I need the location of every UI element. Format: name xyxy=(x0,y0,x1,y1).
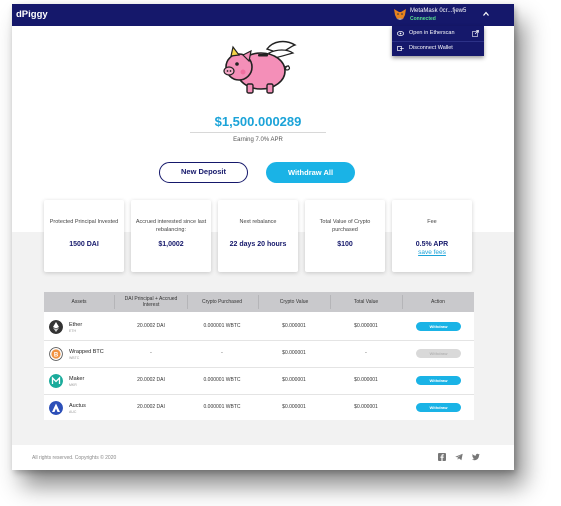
external-link-icon xyxy=(472,30,479,37)
principal-cell: 20.0002 DAI xyxy=(137,377,165,383)
wallet-status: Connected xyxy=(410,16,436,22)
menu-item-disconnect-wallet[interactable]: Disconnect Wallet xyxy=(392,42,484,55)
wallet-dropdown-menu: Open in Etherscan Disconnect Wallet xyxy=(392,26,484,56)
bitcoin-icon: B xyxy=(49,347,63,361)
asset-symbol: ETH xyxy=(69,329,76,333)
purchased-cell: 0.000001 WBTC xyxy=(203,323,241,329)
table-row-ether: Ether ETH 20.0002 DAI 0.000001 WBTC $0.0… xyxy=(44,314,474,341)
card-value: 0.5% APR xyxy=(415,241,449,248)
svg-text:B: B xyxy=(54,352,59,358)
withdraw-all-button[interactable]: Withdraw All xyxy=(266,162,355,183)
telegram-icon[interactable] xyxy=(455,453,463,461)
copyright-text: All rights reserved. Copyrights © 2020 xyxy=(32,455,117,461)
screenshot-stage: dPiggy MetaMask 0cr...fjew5 Connected Op… xyxy=(0,0,561,506)
card-title: Fee xyxy=(427,219,437,225)
asset-name: Ether xyxy=(69,322,83,328)
disconnect-icon xyxy=(397,46,404,51)
new-deposit-button[interactable]: New Deposit xyxy=(159,162,248,183)
purchased-cell: - xyxy=(221,350,223,356)
withdraw-button[interactable]: Withdraw xyxy=(416,376,461,385)
total-balance: $1,500.000289 xyxy=(214,114,302,129)
asset-name: Wrapped BTC xyxy=(69,349,104,355)
table-row-wrapped-btc: B Wrapped BTC WBTC - - $0.000001 - Withd… xyxy=(44,341,474,368)
asset-name: Auctus xyxy=(69,403,86,409)
card-title: Next rebalance xyxy=(239,219,277,225)
total-value-cell: $0.000001 xyxy=(354,323,378,329)
menu-item-label: Disconnect Wallet xyxy=(409,45,453,51)
crypto-value-cell: $0.000001 xyxy=(282,323,306,329)
card-value: $1,0002 xyxy=(158,241,184,248)
table-row-maker: Maker MKR 20.0002 DAI 0.000001 WBTC $0.0… xyxy=(44,368,474,395)
earning-apr: Earning 7.0% APR xyxy=(233,137,283,143)
card-value: 1500 DAI xyxy=(69,241,99,248)
card-value: $100 xyxy=(337,241,353,248)
principal-cell: 20.0002 DAI xyxy=(137,404,165,410)
table-header: Assets DAI Principal + Accrued Interest … xyxy=(44,292,474,312)
save-fees-link[interactable]: save fees xyxy=(395,249,469,256)
eye-icon xyxy=(397,31,404,36)
principal-cell: 20.0002 DAI xyxy=(137,323,165,329)
table-row-auctus: Auctus AUC 20.0002 DAI 0.000001 WBTC $0.… xyxy=(44,395,474,422)
auctus-icon xyxy=(49,401,63,415)
total-value-cell: $0.000001 xyxy=(354,377,378,383)
column-header-principal: DAI Principal + Accrued Interest xyxy=(124,296,178,308)
stat-card-accrued: Accrued interested since last rebalancin… xyxy=(131,200,211,272)
card-title: Total Value of Crypto purchased xyxy=(319,219,371,233)
column-header-crypto-purchased: Crypto Purchased xyxy=(201,299,243,305)
asset-name: Maker xyxy=(69,376,85,382)
app-logo[interactable]: dPiggy xyxy=(16,9,48,20)
column-header-action: Action xyxy=(431,299,445,305)
crypto-value-cell: $0.000001 xyxy=(282,404,306,410)
menu-item-label: Open in Etherscan xyxy=(409,30,455,36)
chevron-up-icon[interactable] xyxy=(482,10,490,18)
crypto-value-cell: $0.000001 xyxy=(282,350,306,356)
wallet-name: MetaMask 0cr...fjew5 xyxy=(410,8,467,14)
flying-pig-illustration xyxy=(223,40,297,94)
column-header-assets: Assets xyxy=(71,299,87,305)
metamask-fox-icon xyxy=(394,9,406,20)
total-value-cell: $0.000001 xyxy=(354,404,378,410)
menu-item-open-etherscan[interactable]: Open in Etherscan xyxy=(392,27,484,40)
stat-card-principal: Protected Principal Invested 1500 DAI xyxy=(44,200,124,272)
app-window: dPiggy MetaMask 0cr...fjew5 Connected Op… xyxy=(12,4,514,470)
maker-icon xyxy=(49,374,63,388)
crypto-value-cell: $0.000001 xyxy=(282,377,306,383)
ether-icon xyxy=(49,320,63,334)
column-header-total-value: Total Value xyxy=(353,299,379,305)
twitter-icon[interactable] xyxy=(472,453,480,461)
facebook-icon[interactable] xyxy=(438,453,446,461)
stat-card-fee: Fee 0.5% APR save fees xyxy=(392,200,472,272)
withdraw-button-disabled[interactable]: Withdraw xyxy=(416,349,461,358)
asset-symbol: MKR xyxy=(69,383,77,387)
asset-symbol: AUC xyxy=(69,410,77,414)
top-navbar: dPiggy MetaMask 0cr...fjew5 Connected xyxy=(12,4,514,26)
principal-cell: - xyxy=(150,350,152,356)
column-divider xyxy=(114,295,115,309)
card-title: Accrued interested since last rebalancin… xyxy=(135,219,207,233)
withdraw-button[interactable]: Withdraw xyxy=(416,403,461,412)
total-value-cell: - xyxy=(365,350,367,356)
purchased-cell: 0.000001 WBTC xyxy=(203,377,241,383)
purchased-cell: 0.000001 WBTC xyxy=(203,404,241,410)
card-title: Protected Principal Invested xyxy=(49,219,119,225)
wallet-button[interactable]: MetaMask 0cr...fjew5 Connected xyxy=(394,7,492,24)
footer: All rights reserved. Copyrights © 2020 xyxy=(12,445,514,470)
assets-table: Assets DAI Principal + Accrued Interest … xyxy=(44,292,474,420)
withdraw-button[interactable]: Withdraw xyxy=(416,322,461,331)
balance-divider xyxy=(190,132,326,133)
stat-card-next-rebalance: Next rebalance 22 days 20 hours xyxy=(218,200,298,272)
stat-card-crypto-value: Total Value of Crypto purchased $100 xyxy=(305,200,385,272)
asset-symbol: WBTC xyxy=(69,356,80,360)
card-value: 22 days 20 hours xyxy=(229,241,287,248)
column-header-crypto-value: Crypto Value xyxy=(279,299,309,305)
